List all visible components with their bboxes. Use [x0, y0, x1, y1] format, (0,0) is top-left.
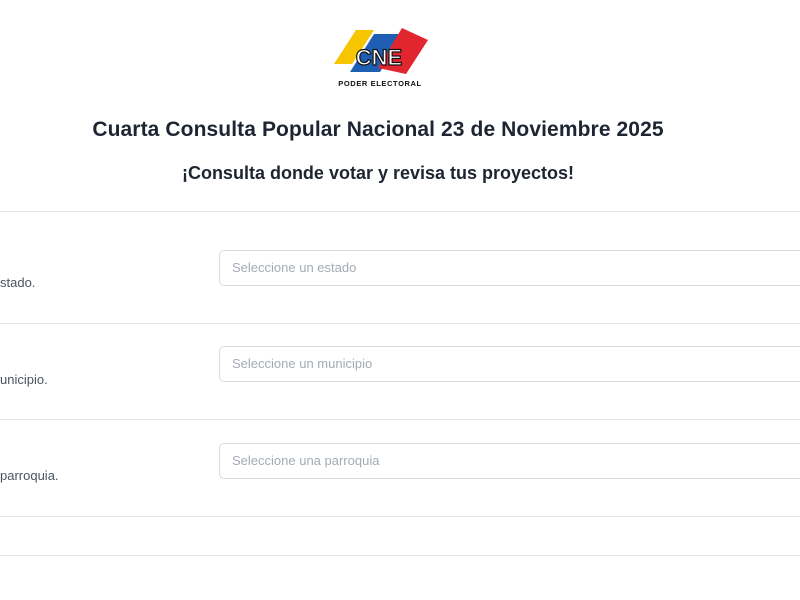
page: CNE PODER ELECTORAL Cuarta Consulta Popu… — [0, 0, 800, 600]
parroquia-help-text: parroquia. — [0, 468, 59, 483]
logo-subtext: PODER ELECTORAL — [338, 79, 421, 88]
logo-letters: CNE — [356, 45, 402, 70]
estado-select-placeholder: Seleccione un estado — [232, 260, 357, 275]
divider — [0, 555, 800, 556]
municipio-select-placeholder: Seleccione un municipio — [232, 356, 373, 371]
parroquia-select-placeholder: Seleccione una parroquia — [232, 453, 380, 468]
cne-logo: CNE PODER ELECTORAL — [330, 22, 430, 90]
municipio-select[interactable]: Seleccione un municipio — [219, 346, 800, 382]
page-title: Cuarta Consulta Popular Nacional 23 de N… — [92, 118, 664, 141]
page-subtitle: ¡Consulta donde votar y revisa tus proye… — [181, 163, 575, 183]
parroquia-select[interactable]: Seleccione una parroquia — [219, 443, 800, 479]
cne-logo-graphic: CNE PODER ELECTORAL — [334, 28, 428, 88]
divider — [0, 516, 800, 517]
estado-select[interactable]: Seleccione un estado — [219, 250, 800, 286]
divider — [0, 323, 800, 324]
divider — [0, 419, 800, 420]
estado-help-text: stado. — [0, 275, 36, 290]
municipio-help-text: unicipio. — [0, 372, 48, 387]
divider — [0, 211, 800, 212]
